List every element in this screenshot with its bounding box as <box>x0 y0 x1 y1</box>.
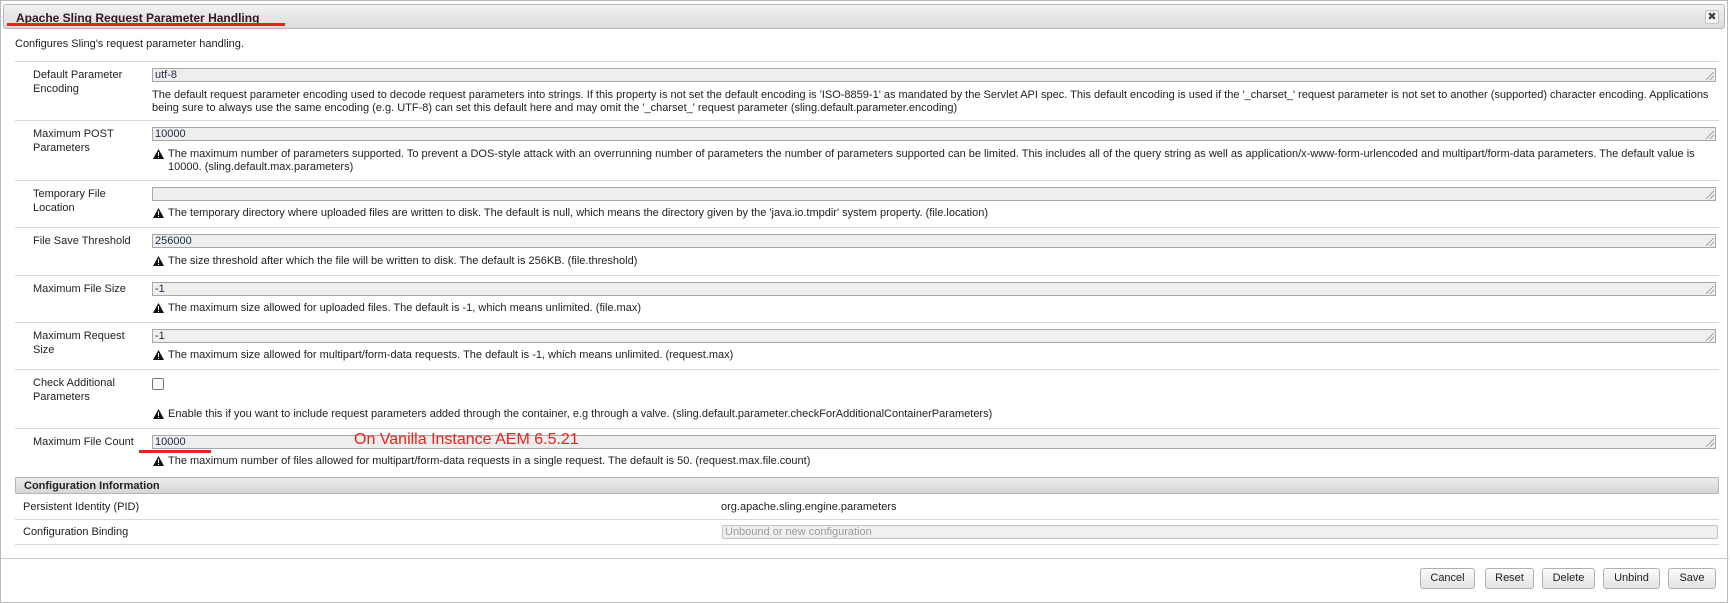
field-label: Check Additional Parameters <box>33 377 115 403</box>
field-description: The temporary directory where uploaded f… <box>152 207 1716 220</box>
warning-icon <box>153 149 164 159</box>
resize-handle-icon[interactable] <box>1706 333 1714 341</box>
unbind-button[interactable]: Unbind <box>1603 568 1660 589</box>
field-description: Enable this if you want to include reque… <box>152 408 1716 421</box>
resize-handle-icon[interactable] <box>1706 191 1714 199</box>
resize-handle-icon[interactable] <box>1706 286 1714 294</box>
resize-handle-icon[interactable] <box>1706 131 1714 139</box>
field-label: Maximum Request Size <box>33 330 125 356</box>
field-row-default-encoding: Default Parameter Encoding utf-8 The def… <box>15 61 1719 120</box>
field-label: Maximum POST Parameters <box>33 128 114 154</box>
warning-icon <box>153 303 164 313</box>
input-value: 256000 <box>155 235 192 247</box>
configuration-binding-select[interactable]: Unbound or new configuration <box>722 525 1718 539</box>
description-text: The maximum size allowed for uploaded fi… <box>168 302 641 314</box>
annotation-underline-title <box>7 23 285 26</box>
description-text: The maximum number of parameters support… <box>168 148 1695 173</box>
save-button[interactable]: Save <box>1668 568 1716 589</box>
config-info-title: Configuration Information <box>24 480 160 492</box>
description-text: The size threshold after which the file … <box>168 255 638 267</box>
field-description: The maximum size allowed for multipart/f… <box>152 349 1716 362</box>
max-request-size-input[interactable]: -1 <box>152 329 1716 343</box>
field-row-max-file-count: Maximum File Count 10000 The maximum num… <box>15 428 1719 474</box>
description-text: The temporary directory where uploaded f… <box>168 207 988 219</box>
warning-icon <box>153 456 164 466</box>
input-value: -1 <box>155 330 165 342</box>
field-description: The maximum number of parameters support… <box>152 148 1716 174</box>
field-label: Default Parameter Encoding <box>33 69 123 95</box>
description-text: The maximum number of files allowed for … <box>168 455 811 467</box>
warning-icon <box>153 350 164 360</box>
field-label: Maximum File Count <box>33 436 134 448</box>
field-label: Temporary File Location <box>33 188 106 214</box>
field-row-check-additional-params: Check Additional Parameters Enable this … <box>15 369 1719 428</box>
input-value: -1 <box>155 283 165 295</box>
footer-divider <box>1 558 1729 559</box>
binding-label: Configuration Binding <box>23 526 129 538</box>
resize-handle-icon[interactable] <box>1706 238 1714 246</box>
max-file-size-input[interactable]: -1 <box>152 282 1716 296</box>
field-row-temp-file-location: Temporary File Location The temporary di… <box>15 180 1719 227</box>
pid-value: org.apache.sling.engine.parameters <box>721 501 897 513</box>
field-label: File Save Threshold <box>33 235 131 247</box>
warning-icon <box>153 256 164 266</box>
config-info-header: Configuration Information <box>15 477 1719 494</box>
field-description: The maximum size allowed for uploaded fi… <box>152 302 1716 315</box>
field-row-file-save-threshold: File Save Threshold 256000 The size thre… <box>15 227 1719 275</box>
annotation-underline-file-count <box>139 450 211 453</box>
check-additional-params-checkbox[interactable] <box>152 378 164 390</box>
field-row-max-post-params: Maximum POST Parameters 10000 The maximu… <box>15 120 1719 180</box>
file-save-threshold-input[interactable]: 256000 <box>152 234 1716 248</box>
close-icon[interactable]: ✖ <box>1705 10 1719 24</box>
annotation-note: On Vanilla Instance AEM 6.5.21 <box>354 431 579 448</box>
config-dialog: Apache Sling Request Parameter Handling … <box>0 0 1729 603</box>
input-value: 10000 <box>155 436 186 448</box>
resize-handle-icon[interactable] <box>1706 439 1714 447</box>
warning-icon <box>153 409 164 419</box>
cancel-button[interactable]: Cancel <box>1420 568 1475 589</box>
binding-row: Configuration Binding Unbound or new con… <box>15 520 1719 545</box>
warning-icon <box>153 208 164 218</box>
field-label: Maximum File Size <box>33 283 126 295</box>
default-encoding-input[interactable]: utf-8 <box>152 68 1716 82</box>
pid-label: Persistent Identity (PID) <box>23 501 140 513</box>
pid-row: Persistent Identity (PID) org.apache.sli… <box>15 495 1719 520</box>
field-description: The maximum number of files allowed for … <box>152 455 1716 468</box>
input-value: utf-8 <box>155 69 178 81</box>
description-text: The maximum size allowed for multipart/f… <box>168 349 734 361</box>
max-post-params-input[interactable]: 10000 <box>152 127 1716 141</box>
description-text: Enable this if you want to include reque… <box>168 408 993 420</box>
dialog-intro: Configures Sling's request parameter han… <box>15 38 244 50</box>
reset-button[interactable]: Reset <box>1485 568 1534 589</box>
input-value: 10000 <box>155 128 186 140</box>
temp-file-location-input[interactable] <box>152 187 1716 201</box>
delete-button[interactable]: Delete <box>1542 568 1595 589</box>
field-row-max-file-size: Maximum File Size -1 The maximum size al… <box>15 275 1719 322</box>
field-row-max-request-size: Maximum Request Size -1 The maximum size… <box>15 322 1719 369</box>
field-description: The default request parameter encoding u… <box>152 89 1709 114</box>
field-description: The size threshold after which the file … <box>152 255 1716 268</box>
resize-handle-icon[interactable] <box>1706 72 1714 80</box>
